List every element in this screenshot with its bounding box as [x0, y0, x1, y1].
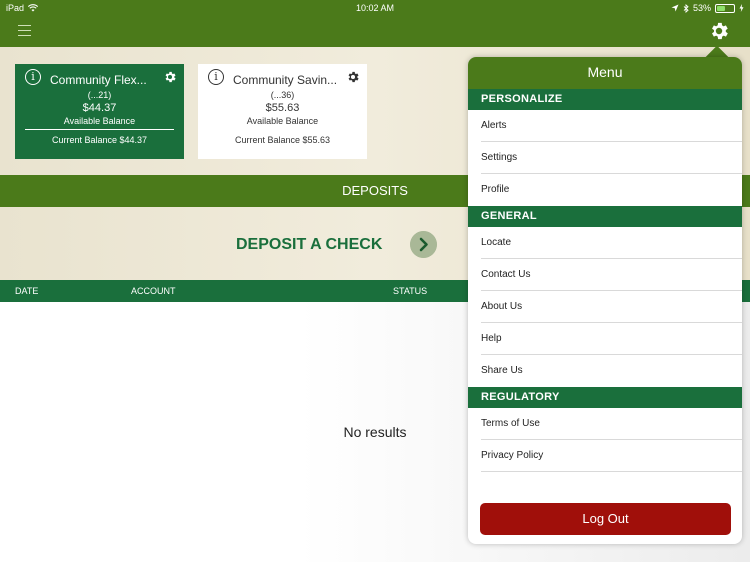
- available-balance-label: Available Balance: [63, 116, 136, 126]
- settings-menu-popover: Menu PERSONALIZE Alerts Settings Profile…: [468, 57, 742, 544]
- account-name: Community Flex...: [50, 73, 147, 87]
- menu-item-contact-us[interactable]: Contact Us: [481, 259, 742, 291]
- status-time: 10:02 AM: [355, 3, 395, 13]
- account-card-savings[interactable]: i Community Savin... (...36) $55.63 Avai…: [198, 64, 367, 159]
- account-number: (...21): [87, 90, 112, 100]
- status-bar: iPad 10:02 AM 53%: [0, 0, 750, 16]
- info-icon[interactable]: i: [25, 69, 41, 85]
- menu-item-share-us[interactable]: Share Us: [481, 355, 742, 387]
- bluetooth-icon: [683, 3, 689, 13]
- menu-item-settings[interactable]: Settings: [481, 142, 742, 174]
- menu-item-profile[interactable]: Profile: [481, 174, 742, 206]
- deposit-check-button[interactable]: DEPOSIT A CHECK: [236, 236, 382, 254]
- current-balance: Current Balance $44.37: [51, 135, 148, 145]
- column-header-status: STATUS: [393, 286, 428, 296]
- account-card-flex[interactable]: i Community Flex... (...21) $44.37 Avail…: [15, 64, 184, 159]
- section-header-regulatory: REGULATORY: [468, 387, 742, 408]
- account-number: (...36): [270, 90, 295, 100]
- section-header-personalize: PERSONALIZE: [468, 89, 742, 110]
- available-balance: $55.63: [265, 102, 300, 114]
- menu-title: Menu: [468, 57, 742, 89]
- menu-item-locate[interactable]: Locate: [481, 227, 742, 259]
- gear-icon[interactable]: [708, 20, 730, 42]
- gear-icon[interactable]: [163, 70, 177, 84]
- available-balance-label: Available Balance: [246, 116, 319, 126]
- charging-icon: [739, 4, 744, 12]
- menu-item-privacy-policy[interactable]: Privacy Policy: [481, 440, 742, 472]
- menu-item-help[interactable]: Help: [481, 323, 742, 355]
- log-out-button[interactable]: Log Out: [480, 503, 731, 535]
- section-header-general: GENERAL: [468, 206, 742, 227]
- available-balance: $44.37: [82, 102, 117, 114]
- nav-bar: [0, 16, 750, 47]
- battery-icon: [715, 3, 735, 13]
- info-icon[interactable]: i: [208, 69, 224, 85]
- chevron-right-icon[interactable]: [410, 231, 437, 258]
- current-balance: Current Balance $55.63: [234, 135, 331, 145]
- card-divider: [25, 129, 174, 130]
- menu-item-terms-of-use[interactable]: Terms of Use: [481, 408, 742, 440]
- column-header-account: ACCOUNT: [131, 286, 176, 296]
- gear-icon[interactable]: [346, 70, 360, 84]
- battery-percent: 53%: [692, 3, 711, 13]
- menu-item-about-us[interactable]: About Us: [481, 291, 742, 323]
- hamburger-menu-icon[interactable]: [18, 25, 31, 36]
- account-name: Community Savin...: [233, 73, 338, 87]
- menu-item-alerts[interactable]: Alerts: [481, 110, 742, 142]
- location-icon: [671, 4, 679, 12]
- column-header-date: DATE: [15, 286, 39, 296]
